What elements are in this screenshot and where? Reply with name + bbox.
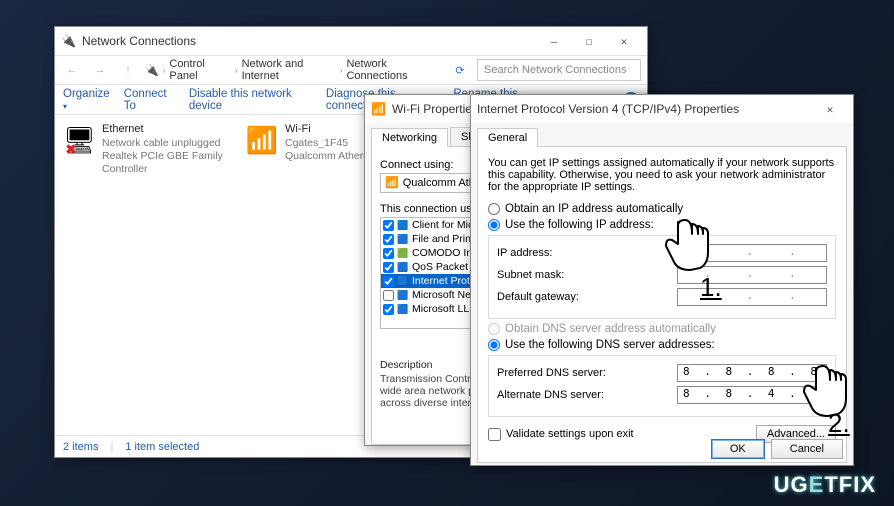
back-button[interactable]: ← [61, 59, 83, 81]
wifi-icon: 📶 [245, 123, 279, 157]
ethernet-icon: 🖥✖ [63, 123, 96, 157]
connection-ethernet[interactable]: 🖥✖ Ethernet Network cable unplugged Real… [59, 119, 235, 180]
item-count: 2 items [63, 441, 98, 453]
main-titlebar: 🔌 Network Connections — ☐ ✕ [55, 27, 647, 55]
minimize-button[interactable]: — [537, 30, 571, 52]
preferred-dns-input[interactable]: 8 . 8 . 8 . 8 [677, 364, 827, 382]
wifi-title: Wi-Fi Properties [392, 102, 478, 116]
search-input[interactable]: Search Network Connections [477, 59, 641, 81]
radio-dns-manual[interactable]: Use the following DNS server addresses: [488, 339, 836, 351]
cancel-button[interactable]: Cancel [771, 439, 843, 459]
breadcrumb[interactable]: 🔌› Control Panel› Network and Internet› … [145, 58, 443, 82]
ipv4-info-text: You can get IP settings assigned automat… [488, 157, 836, 193]
network-icon: 🔌 [61, 34, 76, 48]
gateway-input[interactable]: . . . [677, 288, 827, 306]
ipv4-close-button[interactable]: ✕ [813, 98, 847, 120]
alternate-dns-input[interactable]: 8 . 8 . 4 . 4 [677, 386, 827, 404]
organize-menu[interactable]: Organize [63, 88, 110, 112]
ok-button[interactable]: OK [711, 439, 765, 459]
tab-networking[interactable]: Networking [371, 128, 448, 147]
main-title: Network Connections [82, 34, 196, 48]
connect-to-button[interactable]: Connect To [124, 88, 175, 112]
forward-button[interactable]: → [89, 59, 111, 81]
up-button[interactable]: ↑ [117, 59, 139, 81]
subnet-mask-input[interactable]: . . . [677, 266, 827, 284]
refresh-button[interactable]: ⟳ [449, 59, 471, 81]
close-button[interactable]: ✕ [607, 30, 641, 52]
disable-device-button[interactable]: Disable this network device [189, 88, 312, 112]
ipv4-title: Internet Protocol Version 4 (TCP/IPv4) P… [477, 102, 739, 116]
radio-ip-manual[interactable]: Use the following IP address: [488, 219, 836, 231]
address-bar: ← → ↑ 🔌› Control Panel› Network and Inte… [55, 55, 647, 85]
ipv4-properties-dialog: Internet Protocol Version 4 (TCP/IPv4) P… [470, 94, 854, 466]
selected-count: 1 item selected [125, 441, 199, 453]
radio-dns-auto: Obtain DNS server address automatically [488, 323, 836, 335]
watermark-logo: UGETFIX [774, 472, 876, 498]
maximize-button[interactable]: ☐ [572, 30, 606, 52]
radio-ip-auto[interactable]: Obtain an IP address automatically [488, 203, 836, 215]
ip-address-input[interactable]: . . . [677, 244, 827, 262]
tab-general[interactable]: General [477, 128, 538, 147]
wifi-props-icon: 📶 [371, 102, 386, 116]
